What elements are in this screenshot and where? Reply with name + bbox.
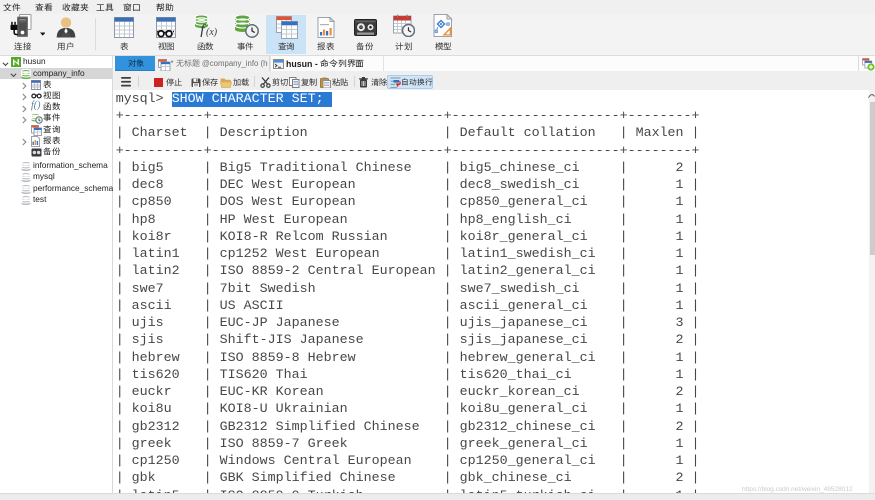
svg-text:(x): (x)	[206, 27, 218, 37]
